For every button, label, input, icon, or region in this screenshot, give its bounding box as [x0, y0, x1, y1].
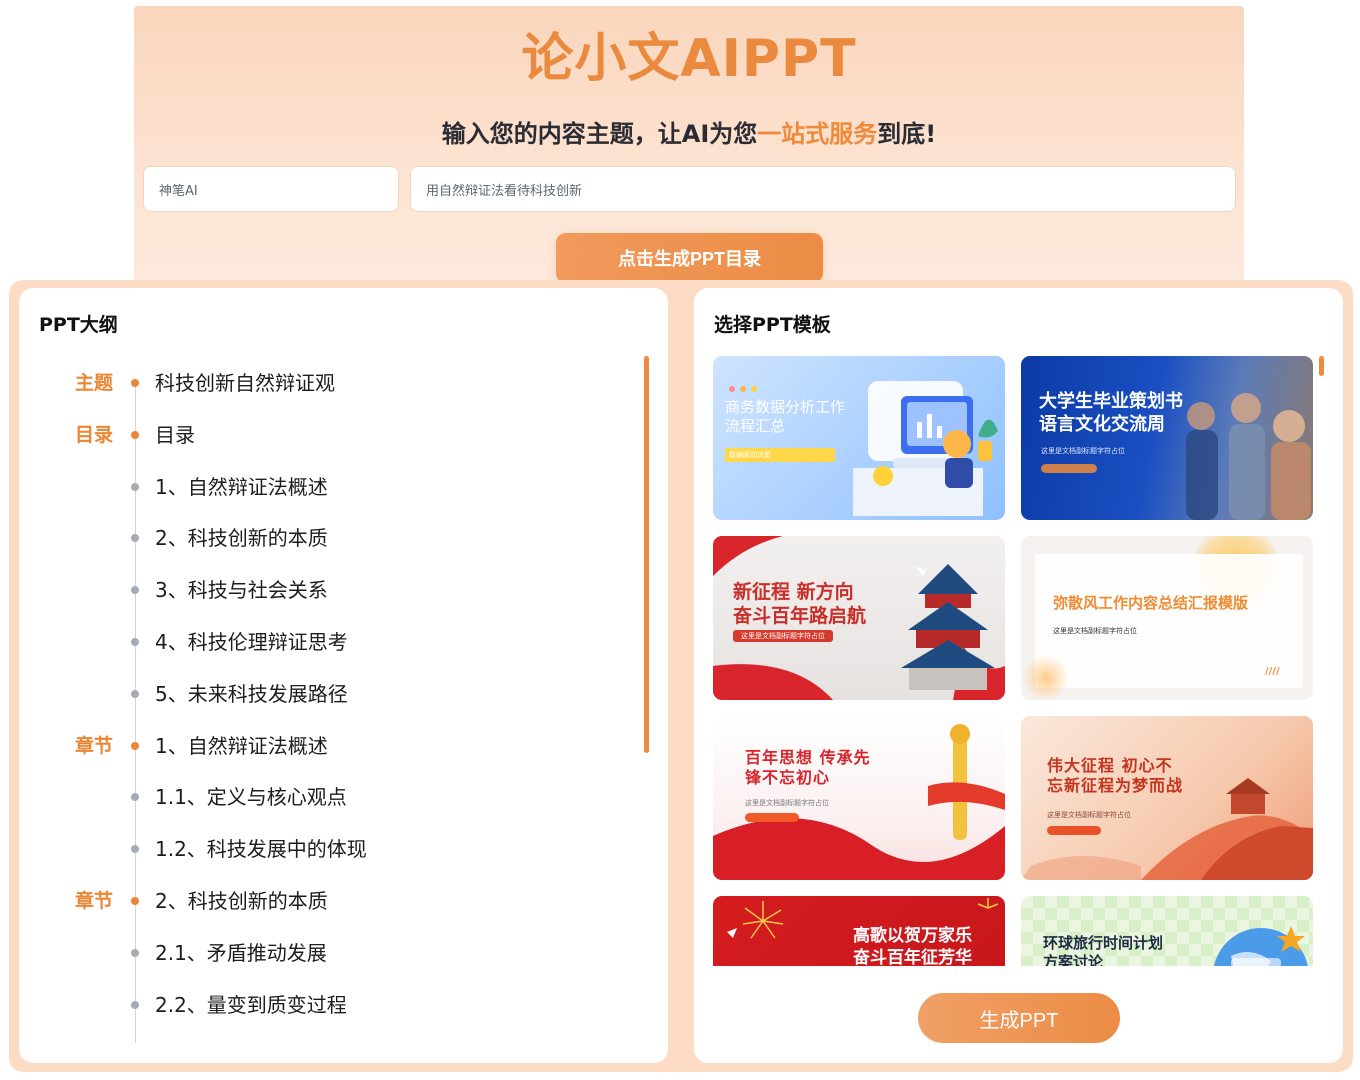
outline-dot-icon: [131, 638, 139, 646]
outline-row-text: 2、科技创新的本质: [155, 889, 328, 913]
template-card-business-data[interactable]: 商务数据分析工作 流程汇总 数据驱动决策: [713, 356, 1005, 520]
template-card-celebration[interactable]: 高歌以贺万家乐 奋斗百年征芳华: [713, 896, 1005, 966]
template-subtitle: 数据驱动决策: [725, 448, 835, 462]
outline-row[interactable]: 目录 目录: [19, 420, 619, 450]
template-grid[interactable]: 商务数据分析工作 流程汇总 数据驱动决策 大学生毕业策划书 语言文化交流周 这里…: [713, 356, 1318, 966]
template-subtitle: 这里是文档副标题字符占位: [733, 630, 833, 642]
outline-panel: PPT大纲 主题 科技创新自然辩证观 目录 目录 1、自然辩证法概述 2、科技创新的本质 3…: [19, 288, 668, 1063]
template-heading: 选择PPT模板: [714, 314, 831, 336]
outline-row[interactable]: 2、科技创新的本质: [19, 523, 619, 553]
template-card-graduation[interactable]: 大学生毕业策划书 语言文化交流周 这里是文档副标题字符占位: [1021, 356, 1313, 520]
outline-row[interactable]: 4、科技伦理辩证思考: [19, 627, 619, 657]
template-title: 大学生毕业策划书 语言文化交流周: [1039, 391, 1183, 436]
outline-row[interactable]: 2.2、量变到质变过程: [19, 990, 619, 1020]
outline-dot-icon: [131, 845, 139, 854]
outline-row-tag: 目录: [75, 423, 114, 446]
stripe-decoration-icon: ////: [1265, 666, 1280, 677]
outline-row-text: 1、自然辩证法概述: [155, 733, 328, 758]
outline-dot-icon: [131, 1000, 139, 1009]
outline-dot-icon: [131, 793, 139, 802]
outline-row[interactable]: 5、未来科技发展路径: [19, 679, 619, 709]
outline-row-text: 5、未来科技发展路径: [155, 681, 348, 706]
outline-row[interactable]: 章节 1、自然辩证法概述: [19, 731, 619, 761]
outline-row-text: 科技创新自然辩证观: [155, 371, 335, 395]
template-card-great-journey[interactable]: 伟大征程 初心不 忘新征程为梦而战 这里是文档副标题字符占位: [1021, 716, 1313, 880]
template-card-travel-plan[interactable]: 环球旅行时间计划 方案讨论: [1021, 896, 1313, 966]
hero-subtitle: 输入您的内容主题，让AI为您一站式服务到底!: [134, 114, 1244, 149]
students-photo-icon: [1186, 393, 1311, 520]
outline-dot-icon: [131, 948, 139, 957]
outline-row-text: 1.2、科技发展中的体现: [155, 837, 367, 862]
template-title: 伟大征程 初心不 忘新征程为梦而战: [1047, 756, 1184, 796]
model-input[interactable]: [159, 181, 383, 197]
template-subtitle: 这里是文档副标题字符占位: [1047, 811, 1131, 819]
template-card-diffuse-summary[interactable]: 弥散风工作内容总结汇报模版 这里是文档副标题字符占位 ////: [1021, 536, 1313, 700]
outline-row[interactable]: 3、科技与社会关系: [19, 575, 619, 605]
generate-outline-button[interactable]: 点击生成PPT目录: [556, 233, 823, 283]
template-subtitle: 这里是文档副标题字符占位: [1041, 447, 1125, 455]
outline-dot-icon: [131, 379, 139, 387]
template-title: 高歌以贺万家乐 奋斗百年征芳华: [853, 926, 972, 966]
subtitle-after: 到底!: [877, 120, 937, 148]
outline-row-tag: 主题: [75, 372, 114, 394]
template-panel: 选择PPT模板 商务数据分析工作 流程汇总 数据驱动决策 大学生毕业策划书 语言…: [694, 288, 1343, 1063]
outline-dot-icon: [131, 586, 139, 595]
outline-scroll-area[interactable]: PPT大纲 主题 科技创新自然辩证观 目录 目录 1、自然辩证法概述 2、科技创新的本质 3…: [19, 288, 668, 1063]
globe-icon: [1214, 926, 1308, 966]
outline-scrollbar[interactable]: [644, 356, 649, 753]
outline-dot-icon: [131, 897, 139, 905]
outline-row-text: 目录: [155, 422, 195, 447]
outline-row-tag: 章节: [75, 890, 114, 912]
desk-illustration-icon: [853, 381, 998, 516]
outline-row-text: 2、科技创新的本质: [155, 526, 328, 551]
template-scrollbar[interactable]: [1319, 356, 1324, 376]
outline-row[interactable]: 主题 科技创新自然辩证观: [19, 368, 619, 398]
outline-row-text: 2.1、矛盾推动发展: [155, 940, 327, 965]
outline-dot-icon: [131, 741, 139, 750]
outline-row-tag: 章节: [75, 734, 114, 757]
app-title: 论小文AIPPT: [521, 29, 857, 89]
template-accent-bar: [1041, 464, 1097, 473]
outline-row[interactable]: 1.1、定义与核心观点: [19, 782, 619, 812]
outline-row-text: 4、科技伦理辩证思考: [155, 630, 348, 654]
template-card-centennial[interactable]: 百年思想 传承先 锋不忘初心 这里是文档副标题字符占位: [713, 716, 1005, 880]
topic-input[interactable]: [426, 181, 1220, 197]
model-select[interactable]: [143, 166, 399, 212]
great-wall-icon: [1021, 778, 1313, 880]
template-title: 环球旅行时间计划 方案讨论: [1043, 934, 1164, 966]
subtitle-highlight: 一站式服务: [757, 120, 878, 148]
outline-row-text: 2.2、量变到质变过程: [155, 992, 347, 1017]
template-accent-bar: [1047, 826, 1101, 835]
template-card-new-journey[interactable]: 新征程 新方向 奋斗百年路启航 这里是文档副标题字符占位: [713, 536, 1005, 700]
outline-dot-icon: [131, 430, 139, 439]
template-accent-bar: [745, 813, 799, 822]
outline-row-text: 3、科技与社会关系: [155, 578, 328, 603]
template-title: 新征程 新方向 奋斗百年路启航: [733, 581, 867, 628]
template-title: 商务数据分析工作 流程汇总: [725, 398, 846, 436]
subtitle-before: 输入您的内容主题，让AI为您: [441, 120, 758, 148]
outline-row[interactable]: 2.1、矛盾推动发展: [19, 938, 619, 968]
outline-row[interactable]: 1、自然辩证法概述: [19, 472, 619, 502]
outline-row[interactable]: 章节 2、科技创新的本质: [19, 886, 619, 916]
topic-field[interactable]: [410, 166, 1236, 212]
template-subtitle: 这里是文档副标题字符占位: [1053, 627, 1137, 635]
outline-heading: PPT大纲: [39, 314, 118, 336]
hero-section: 论小文AIPPT 输入您的内容主题，让AI为您一站式服务到底! 点击生成PPT目…: [134, 6, 1244, 306]
template-title: 百年思想 传承先 锋不忘初心: [745, 748, 871, 788]
template-title: 弥散风工作内容总结汇报模版: [1053, 594, 1249, 612]
generate-ppt-button[interactable]: 生成PPT: [918, 993, 1120, 1043]
outline-dot-icon: [131, 482, 139, 491]
outline-row-text: 1.1、定义与核心观点: [155, 785, 347, 810]
outline-row[interactable]: 1.2、科技发展中的体现: [19, 834, 619, 864]
template-subtitle: 这里是文档副标题字符占位: [745, 799, 829, 807]
outline-dot-icon: [131, 534, 139, 543]
outline-row-text: 1、自然辩证法概述: [155, 474, 328, 499]
outline-dot-icon: [131, 689, 139, 698]
